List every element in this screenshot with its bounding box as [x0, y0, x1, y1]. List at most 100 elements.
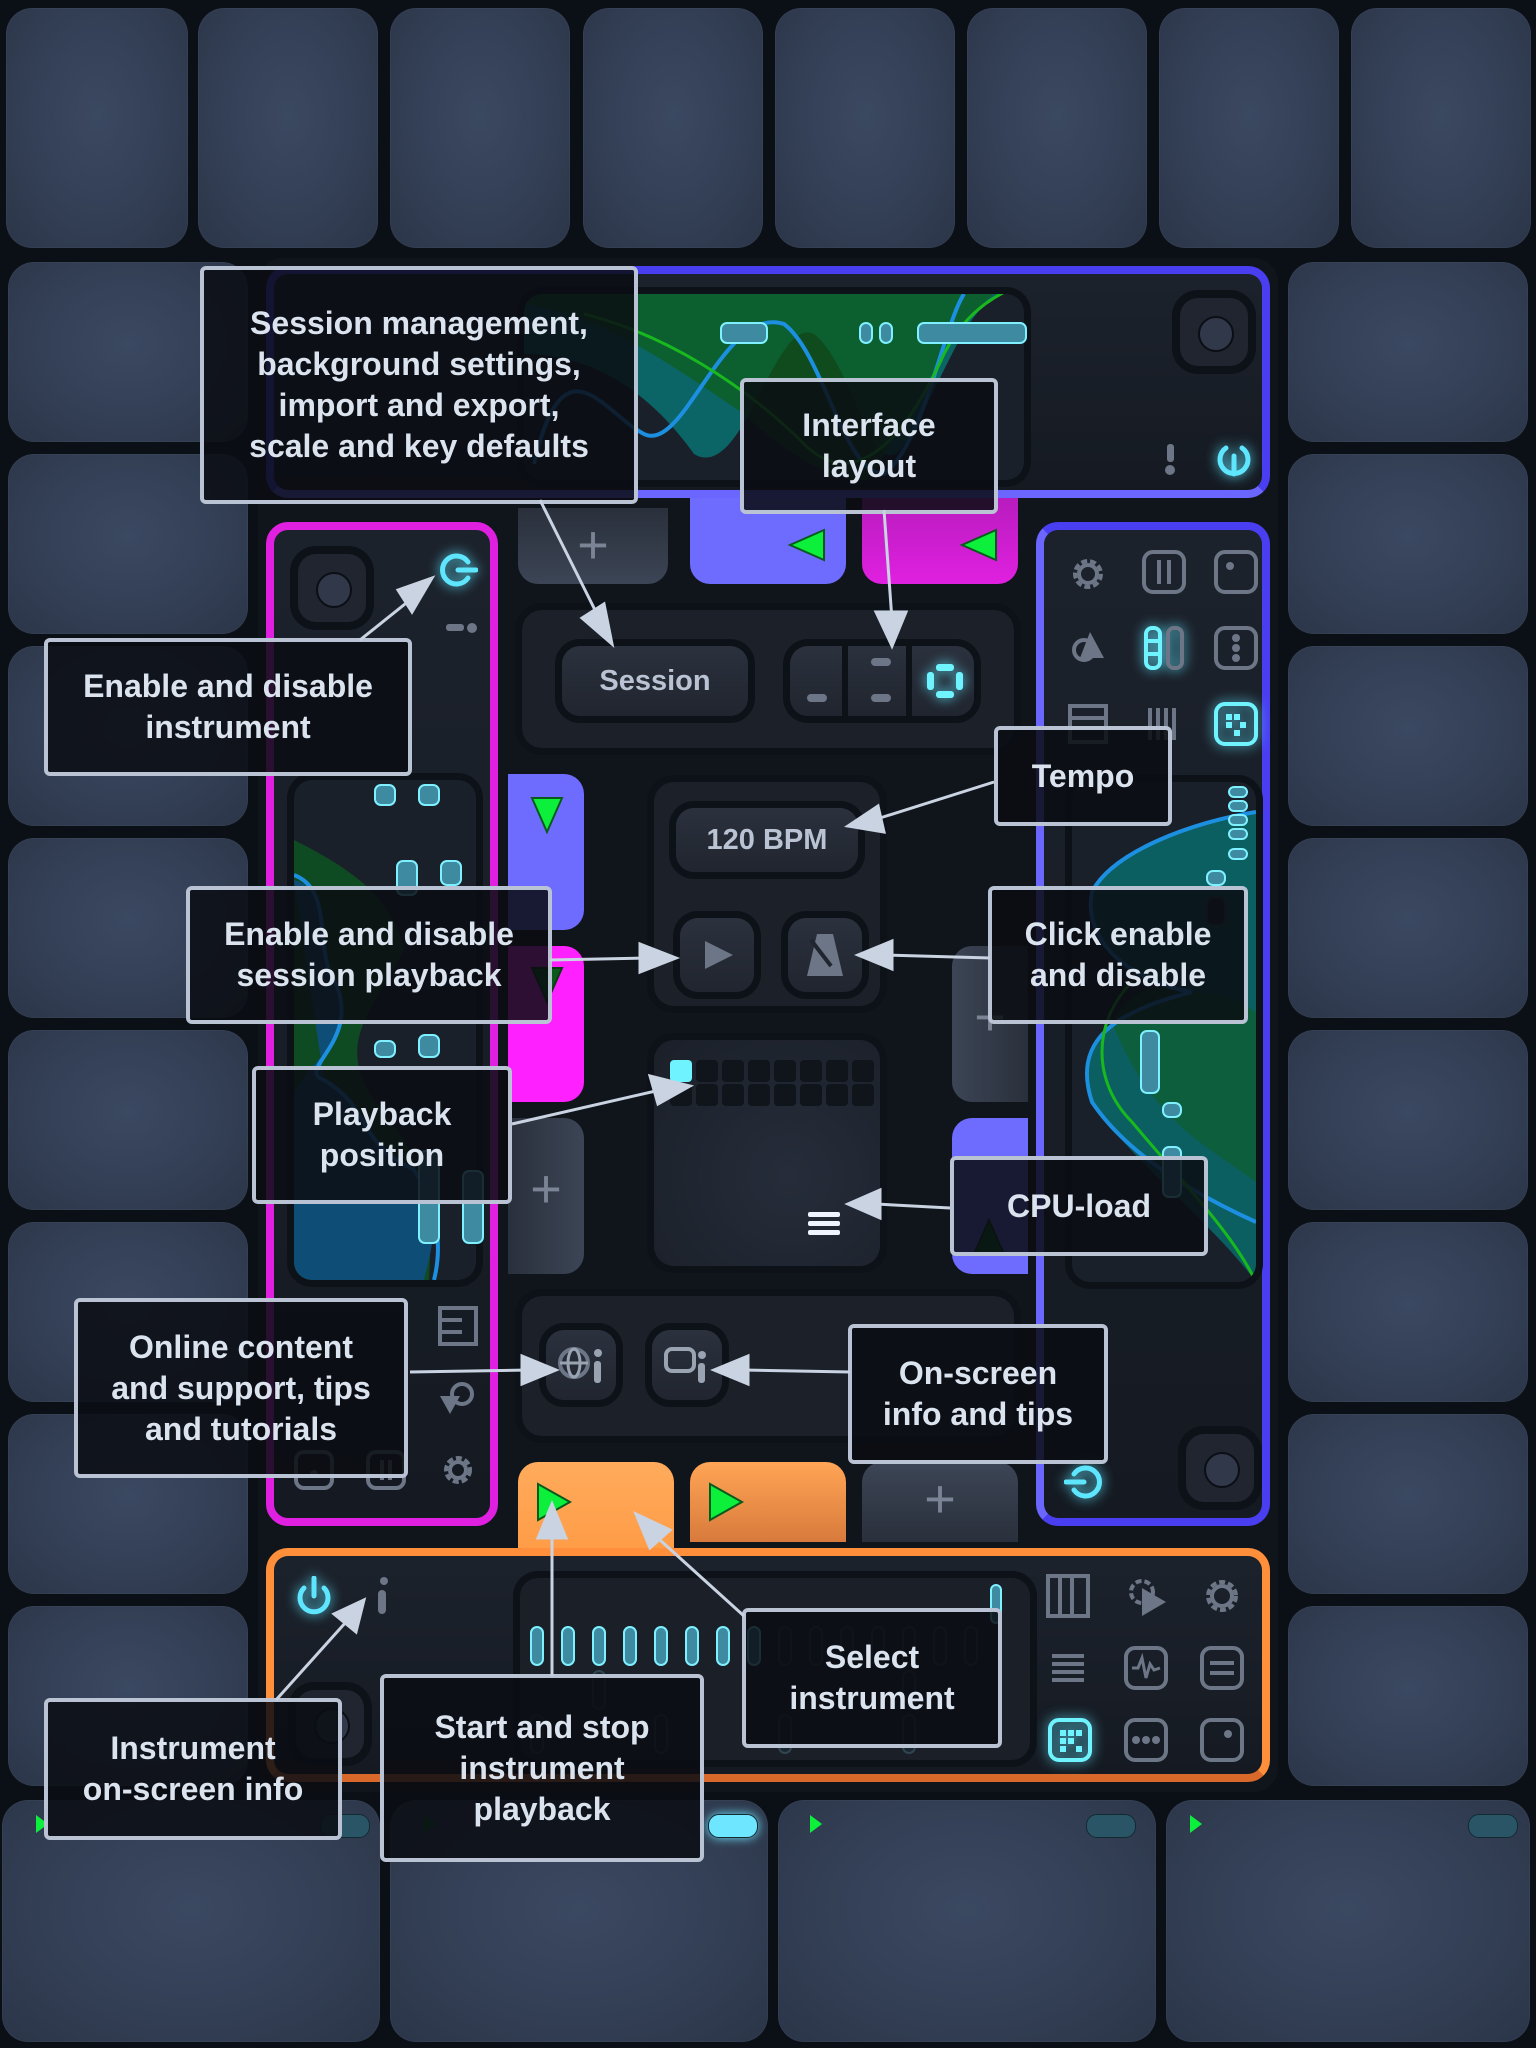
- pad[interactable]: [1288, 838, 1528, 1018]
- pad[interactable]: [198, 8, 378, 248]
- playback-step-cell: [722, 1084, 744, 1106]
- play-down-icon[interactable]: [530, 794, 564, 834]
- instrument-tab-orange-selected[interactable]: [518, 1462, 674, 1562]
- sequencer-step[interactable]: [530, 1626, 544, 1666]
- playback-step-cell: [774, 1060, 796, 1082]
- pad[interactable]: [6, 8, 188, 248]
- pad[interactable]: [775, 8, 955, 248]
- waveform-icon[interactable]: [1124, 1646, 1168, 1690]
- info-rotated-icon[interactable]: [444, 620, 480, 636]
- dice-icon[interactable]: [1200, 1718, 1244, 1762]
- gear-play-icon[interactable]: [1068, 628, 1108, 668]
- power-icon[interactable]: [1064, 1462, 1104, 1502]
- add-label: +: [577, 515, 609, 575]
- pad[interactable]: [1288, 1414, 1528, 1594]
- instrument-info-icon[interactable]: [372, 1576, 392, 1616]
- play-icon: [705, 941, 733, 969]
- online-content-button[interactable]: [546, 1330, 616, 1400]
- pad[interactable]: [583, 8, 763, 248]
- pad[interactable]: [1288, 454, 1528, 634]
- play-icon[interactable]: [706, 1482, 746, 1522]
- callout-instrument-info: Instrument on-screen info: [44, 1698, 342, 1840]
- power-icon[interactable]: [438, 550, 478, 590]
- session-play-button[interactable]: [680, 918, 754, 992]
- step-segment: [1228, 848, 1248, 860]
- layout-columns-icon[interactable]: [1142, 626, 1186, 670]
- gear-icon[interactable]: [1068, 554, 1108, 594]
- gear-icon[interactable]: [1200, 1574, 1244, 1618]
- pad[interactable]: [1288, 1030, 1528, 1210]
- layout-option-bottom[interactable]: [790, 646, 848, 716]
- grid-pattern-icon[interactable]: [1214, 702, 1258, 746]
- instrument-tab-orange[interactable]: [690, 1462, 846, 1542]
- pad[interactable]: [1351, 8, 1531, 248]
- pad-bottom-4[interactable]: [1166, 1800, 1530, 2042]
- dice-icon[interactable]: [1214, 550, 1258, 594]
- volume-knob[interactable]: [1186, 1434, 1254, 1502]
- step-segment: [1228, 814, 1248, 826]
- volume-knob[interactable]: [1180, 298, 1248, 366]
- pad[interactable]: [390, 8, 570, 248]
- pad-led: [1086, 1814, 1136, 1838]
- pad[interactable]: [1288, 262, 1528, 442]
- play-indicator-icon: [1190, 1815, 1202, 1833]
- keyboard-icon[interactable]: [438, 1306, 478, 1346]
- pad[interactable]: [1159, 8, 1339, 248]
- playback-step-cell: [722, 1060, 744, 1082]
- layout-selector: [790, 646, 974, 716]
- list-icon[interactable]: [1048, 1648, 1088, 1688]
- onscreen-info-button[interactable]: [652, 1330, 722, 1400]
- screen-info-icon: [664, 1347, 706, 1383]
- keyboard-icon[interactable]: [1046, 1574, 1090, 1618]
- cpu-load-icon: [808, 1212, 840, 1235]
- sliders-icon[interactable]: [1142, 550, 1186, 594]
- layout-option-split[interactable]: [854, 646, 912, 716]
- callout-interface-layout: Interface layout: [740, 378, 998, 514]
- step-segment: [720, 322, 768, 344]
- playback-step-cell: [852, 1060, 874, 1082]
- sequencer-step[interactable]: [561, 1626, 575, 1666]
- playback-step-cell: [826, 1060, 848, 1082]
- sequencer-step[interactable]: [623, 1626, 637, 1666]
- add-instrument-tab-top[interactable]: +: [518, 508, 668, 584]
- pad[interactable]: [1288, 1606, 1528, 1786]
- callout-session-management: Session management, background settings,…: [200, 266, 638, 504]
- gear-play-icon[interactable]: [438, 1376, 478, 1416]
- gear-play-icon[interactable]: [1124, 1574, 1168, 1618]
- play-left-icon[interactable]: [958, 528, 998, 562]
- pad[interactable]: [1288, 646, 1528, 826]
- sequencer-step[interactable]: [654, 1626, 668, 1666]
- pad[interactable]: [1288, 1222, 1528, 1402]
- power-icon[interactable]: [1214, 438, 1254, 478]
- more-icon[interactable]: [1124, 1718, 1168, 1762]
- add-instrument-tab-left[interactable]: +: [508, 1118, 584, 1274]
- pad-bottom-3[interactable]: [778, 1800, 1156, 2042]
- sliders-icon[interactable]: [1200, 1646, 1244, 1690]
- play-icon[interactable]: [534, 1482, 574, 1522]
- volume-knob[interactable]: [298, 554, 366, 622]
- metronome-button[interactable]: [788, 918, 862, 992]
- tempo-display[interactable]: 120 BPM: [676, 808, 858, 872]
- layout-option-full[interactable]: [918, 646, 974, 716]
- step-segment: [418, 1034, 440, 1058]
- session-button[interactable]: Session: [562, 646, 748, 716]
- grid-pattern-icon[interactable]: [1048, 1718, 1092, 1762]
- callout-start-stop: Start and stop instrument playback: [380, 1674, 704, 1862]
- pad[interactable]: [967, 8, 1147, 248]
- sequencer-step[interactable]: [592, 1626, 606, 1666]
- more-vertical-icon[interactable]: [1214, 626, 1258, 670]
- sequencer-step[interactable]: [716, 1626, 730, 1666]
- pad[interactable]: [8, 1030, 248, 1210]
- sequencer-step[interactable]: [685, 1626, 699, 1666]
- gear-icon[interactable]: [438, 1450, 478, 1490]
- step-segment: [1162, 1102, 1182, 1118]
- playback-step-cell: [748, 1084, 770, 1106]
- add-instrument-tab-bottom[interactable]: +: [862, 1462, 1018, 1542]
- callout-onscreen-info: On-screen info and tips: [848, 1324, 1108, 1464]
- play-left-icon[interactable]: [786, 528, 826, 562]
- globe-info-icon: [558, 1347, 602, 1383]
- step-segment: [1228, 786, 1248, 798]
- power-icon[interactable]: [294, 1576, 334, 1616]
- step-segment: [859, 322, 873, 344]
- callout-tempo: Tempo: [994, 726, 1172, 826]
